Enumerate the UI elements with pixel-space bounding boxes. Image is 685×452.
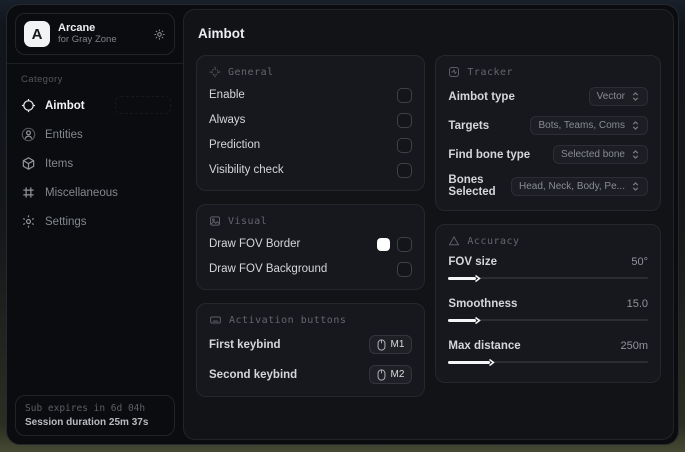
page-title: Aimbot xyxy=(198,26,245,41)
sidebar-item-label: Entities xyxy=(45,128,83,141)
visual-panel: Visual Draw FOV Border Draw FOV Backgrou… xyxy=(196,204,426,290)
slider-arrow-icon xyxy=(474,316,482,325)
sidebar-item-label: Aimbot xyxy=(45,99,85,112)
enable-checkbox[interactable] xyxy=(397,87,413,103)
person-scan-icon xyxy=(21,127,36,142)
main-panel: Aimbot General Enable Always Prediction … xyxy=(183,9,674,440)
max-distance-value: 250m xyxy=(620,340,648,352)
keybind-value: M1 xyxy=(390,339,405,350)
second-keybind-button[interactable]: M2 xyxy=(368,365,413,384)
select-value: Selected bone xyxy=(561,149,625,160)
setting-row: Smoothness 15.0 xyxy=(448,298,648,325)
app-subtitle: for Gray Zone xyxy=(58,33,117,45)
setting-row: Draw FOV Border xyxy=(209,236,413,252)
bones-selected-select[interactable]: Head, Neck, Body, Pe... xyxy=(511,176,648,196)
setting-row: Draw FOV Background xyxy=(209,261,413,277)
setting-row: Visibility check xyxy=(209,162,413,178)
setting-row: Bones Selected Head, Neck, Body, Pe... xyxy=(448,174,648,198)
fov-background-checkbox[interactable] xyxy=(397,261,413,277)
slider-arrow-icon xyxy=(488,358,496,367)
sidebar-nav: Aimbot Entities Items Miscellaneous Sett… xyxy=(15,91,175,236)
panel-title: Visual xyxy=(228,215,268,227)
sidebar-item-label: Settings xyxy=(45,215,87,228)
image-icon xyxy=(209,215,221,227)
sidebar-divider xyxy=(7,63,183,64)
hash-icon xyxy=(21,185,36,200)
activity-icon xyxy=(448,66,460,78)
subscription-card: Sub expires in 6d 04h Session duration 2… xyxy=(15,395,175,436)
sidebar-item-entities[interactable]: Entities xyxy=(15,120,175,149)
app-name: Arcane xyxy=(58,22,96,35)
aimbot-type-select[interactable]: Vector xyxy=(588,87,648,106)
setting-row: Always xyxy=(209,112,413,128)
unfold-icon xyxy=(631,91,640,102)
mouse-icon xyxy=(377,368,386,381)
smoothness-value: 15.0 xyxy=(626,298,648,310)
setting-row: Prediction xyxy=(209,137,413,153)
fov-size-slider[interactable] xyxy=(448,274,648,283)
general-panel: General Enable Always Prediction Visibil… xyxy=(196,55,426,191)
package-icon xyxy=(21,156,36,171)
smoothness-slider[interactable] xyxy=(448,316,648,325)
brand-card: A Arcane for Gray Zone xyxy=(15,13,175,55)
select-value: Head, Neck, Body, Pe... xyxy=(519,180,625,192)
sidebar-item-label: Items xyxy=(45,157,74,170)
setting-row: Second keybind M2 xyxy=(209,365,413,384)
crosshair-icon xyxy=(21,98,36,113)
setting-row: First keybind M1 xyxy=(209,335,413,354)
category-label: Category xyxy=(21,74,63,85)
setting-row: Max distance 250m xyxy=(448,340,648,367)
scan-crosshair-icon xyxy=(209,66,221,78)
gear-icon xyxy=(21,214,36,229)
tracker-panel: Tracker Aimbot type Vector Targets Bots,… xyxy=(435,55,661,211)
keyboard-icon xyxy=(209,314,222,326)
sidebar-item-settings[interactable]: Settings xyxy=(15,207,175,236)
keybind-value: M2 xyxy=(390,369,405,380)
select-value: Bots, Teams, Coms xyxy=(538,120,625,131)
targets-select[interactable]: Bots, Teams, Coms xyxy=(530,116,648,135)
app-window: A Arcane for Gray Zone Category Aimbot E… xyxy=(6,4,679,445)
sidebar-item-miscellaneous[interactable]: Miscellaneous xyxy=(15,178,175,207)
fov-border-color-swatch[interactable] xyxy=(377,237,391,251)
accuracy-panel: Accuracy FOV size 50° Smoothness 15.0 Ma… xyxy=(435,224,661,383)
activation-buttons-panel: Activation buttons First keybind M1 Seco… xyxy=(196,303,426,397)
unfold-icon xyxy=(631,181,640,192)
setting-row: Targets Bots, Teams, Coms xyxy=(448,116,648,135)
prediction-checkbox[interactable] xyxy=(397,137,413,153)
panel-title: Tracker xyxy=(467,66,514,78)
max-distance-slider[interactable] xyxy=(448,358,648,367)
app-logo: A xyxy=(24,21,50,47)
panel-title: Accuracy xyxy=(467,235,520,247)
sub-expiry-text: Sub expires in 6d 04h xyxy=(25,403,146,414)
setting-row: Find bone type Selected bone xyxy=(448,145,648,164)
sidebar: A Arcane for Gray Zone Category Aimbot E… xyxy=(7,5,183,444)
ghost-badge xyxy=(115,96,171,114)
mouse-icon xyxy=(377,338,386,351)
sidebar-item-label: Miscellaneous xyxy=(45,186,118,199)
visibility-check-checkbox[interactable] xyxy=(397,162,413,178)
sidebar-item-aimbot[interactable]: Aimbot xyxy=(15,91,175,120)
fov-border-checkbox[interactable] xyxy=(397,236,413,252)
always-checkbox[interactable] xyxy=(397,112,413,128)
unfold-icon xyxy=(631,120,640,131)
panel-title: General xyxy=(228,66,274,78)
session-duration-text: Session duration 25m 37s xyxy=(25,417,149,428)
find-bone-type-select[interactable]: Selected bone xyxy=(553,145,648,164)
fov-size-value: 50° xyxy=(631,256,648,268)
panel-title: Activation buttons xyxy=(229,314,347,326)
triangle-icon xyxy=(448,235,460,247)
select-value: Vector xyxy=(596,91,625,102)
slider-arrow-icon xyxy=(474,274,482,283)
sidebar-item-items[interactable]: Items xyxy=(15,149,175,178)
setting-row: FOV size 50° xyxy=(448,256,648,283)
first-keybind-button[interactable]: M1 xyxy=(368,335,413,354)
setting-row: Enable xyxy=(209,87,413,103)
setting-row: Aimbot type Vector xyxy=(448,87,648,106)
unfold-icon xyxy=(631,149,640,160)
brand-gear-icon[interactable] xyxy=(153,28,166,41)
